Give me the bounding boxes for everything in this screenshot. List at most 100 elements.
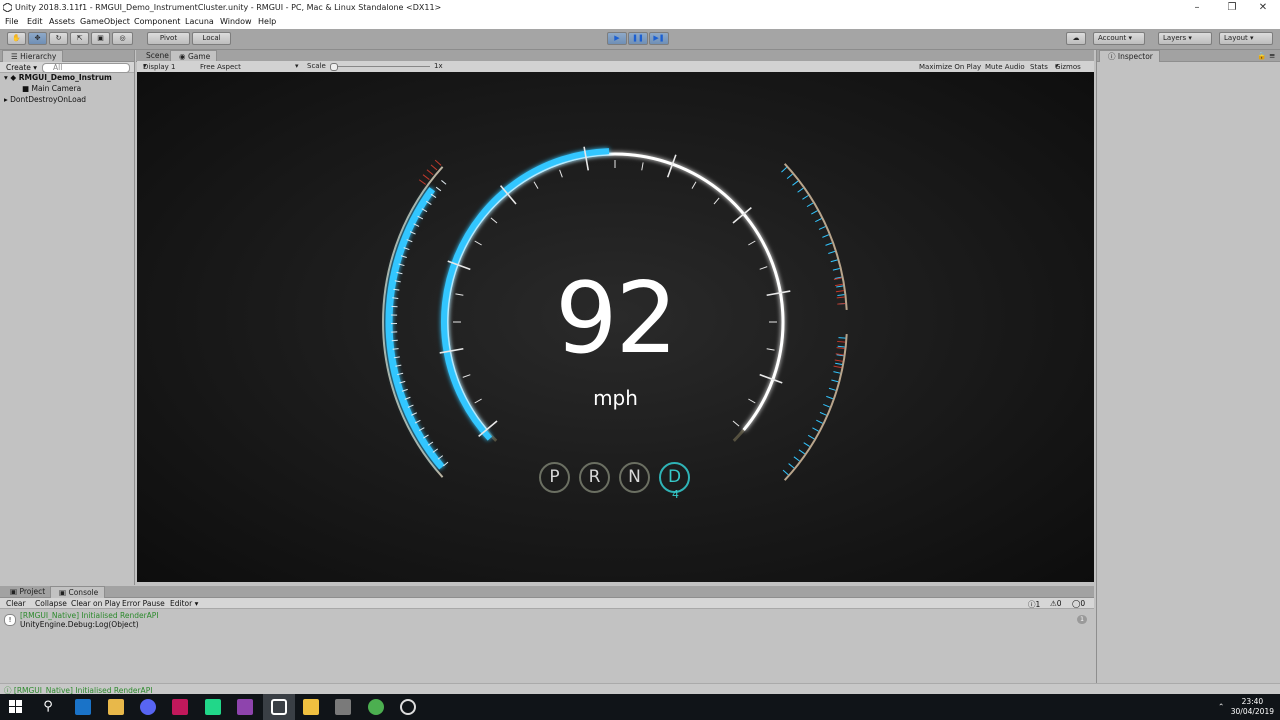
left-gauge-redline-tick <box>418 179 426 185</box>
scale-slider[interactable] <box>330 66 430 67</box>
scale-slider-handle[interactable] <box>330 63 338 71</box>
console-clear-button[interactable]: Clear <box>6 599 26 608</box>
hierarchy-search-input[interactable]: All <box>42 63 130 73</box>
speedometer-tick <box>490 217 498 224</box>
menu-window[interactable]: Window <box>220 17 252 26</box>
gear-r: R <box>579 462 610 493</box>
lock-icon[interactable]: 🔒 <box>1257 51 1266 60</box>
pivot-label: Pivot <box>159 34 178 42</box>
left-gauge-tick <box>427 441 434 446</box>
console-collapse-button[interactable]: Collapse <box>35 599 67 608</box>
hierarchy-tab-label: Hierarchy <box>20 52 57 61</box>
close-button[interactable]: ✕ <box>1246 0 1280 16</box>
right-gauge-tick <box>782 469 789 476</box>
tab-project[interactable]: ▣ Project <box>2 586 52 597</box>
menu-lacuna[interactable]: Lacuna <box>185 17 214 26</box>
tab-inspector[interactable]: ⓘ Inspector <box>1099 50 1160 62</box>
scale-tool-icon[interactable]: ⇱ <box>70 32 89 45</box>
maximize-label: Maximize On Play <box>919 63 982 71</box>
create-dropdown[interactable]: Create ▾ <box>6 63 37 72</box>
window-title: Unity 2018.3.11f1 - RMGUI_Demo_Instrumen… <box>15 3 442 12</box>
menu-component[interactable]: Component <box>134 17 180 26</box>
rotate-tool-icon[interactable]: ↻ <box>49 32 68 45</box>
left-gauge-tick <box>443 461 449 467</box>
hierarchy-scene-row[interactable]: ▾ ◆ RMGUI_Demo_Instrum <box>4 73 112 82</box>
aspect-label: Free Aspect <box>200 63 241 71</box>
pause-button[interactable]: ❚❚ <box>628 32 648 45</box>
mute-label: Mute Audio <box>985 63 1025 71</box>
hand-tool-icon[interactable]: ✋ <box>7 32 26 45</box>
editor-label: Editor <box>170 599 193 608</box>
console-clear-on-play-button[interactable]: Clear on Play <box>71 599 120 608</box>
cloud-icon[interactable]: ☁ <box>1066 32 1086 45</box>
main-camera-label: Main Camera <box>31 84 82 93</box>
tray-arrow-icon[interactable]: ⌃ <box>1218 702 1224 711</box>
minimize-button[interactable]: – <box>1180 0 1214 16</box>
display-dropdown[interactable]: Display 1 ▾ <box>143 62 175 71</box>
right-gauge-tick <box>816 419 823 424</box>
right-gauge-tick <box>833 371 841 374</box>
hierarchy-dontdestroy[interactable]: ▸ DontDestroyOnLoad <box>4 95 86 104</box>
layers-dropdown[interactable]: Layers ▾ <box>1158 32 1212 45</box>
speed-readout: 92 <box>555 262 678 376</box>
play-button[interactable]: ▶ <box>607 32 627 45</box>
step-button[interactable]: ▶❚ <box>649 32 669 45</box>
app-w-icon[interactable] <box>75 699 91 715</box>
windows-start-icon[interactable] <box>9 700 23 714</box>
file-explorer-icon[interactable] <box>108 699 124 715</box>
game-tab-label: Game <box>187 52 211 61</box>
right-gauge-tick <box>811 210 818 215</box>
speedometer-tick <box>559 169 563 178</box>
local-toggle[interactable]: Local <box>192 32 231 45</box>
tab-console[interactable]: ▣ Console <box>50 586 106 598</box>
console-editor-dropdown[interactable]: Editor ▾ <box>170 599 198 608</box>
panel-menu-icon[interactable]: ≡ <box>1269 51 1275 60</box>
menu-help[interactable]: Help <box>258 17 276 26</box>
jetbrains-icon[interactable] <box>205 699 221 715</box>
unity-taskbar-active[interactable] <box>263 694 295 720</box>
log-stacktrace[interactable]: UnityEngine.Debug:Log(Object) <box>20 620 139 629</box>
visual-studio-icon[interactable] <box>237 699 253 715</box>
hierarchy-main-camera[interactable]: ■ Main Camera <box>22 84 81 93</box>
app-circle-icon[interactable] <box>400 699 416 715</box>
left-gauge-tick <box>441 180 447 185</box>
tab-hierarchy[interactable]: ☰ Hierarchy <box>2 50 64 62</box>
pivot-toggle[interactable]: Pivot <box>147 32 190 45</box>
discord-icon[interactable] <box>140 699 156 715</box>
tool-icon[interactable] <box>335 699 351 715</box>
console-error-pause-button[interactable]: Error Pause <box>122 599 165 608</box>
game-view[interactable]: 92 mph P R N D 4 <box>137 72 1094 582</box>
restore-button[interactable]: ❐ <box>1215 0 1249 16</box>
local-label: Local <box>202 34 221 42</box>
taskbar-clock[interactable]: 23:40 30/04/2019 <box>1231 697 1274 717</box>
app-hs-icon[interactable] <box>368 699 384 715</box>
error-count[interactable]: ◯0 <box>1072 599 1085 608</box>
warning-count[interactable]: ⚠0 <box>1050 599 1062 608</box>
search-icon[interactable]: ⚲ <box>40 699 56 715</box>
speedometer-tick <box>474 240 482 246</box>
console-body: ! [RMGUI_Native] Initialised RenderAPI U… <box>0 609 1094 683</box>
aspect-caret[interactable]: ▾ <box>295 62 299 70</box>
menu-assets[interactable]: Assets <box>49 17 75 26</box>
left-gauge-redline-tick <box>434 159 442 166</box>
scale-label: Scale <box>307 62 326 70</box>
rider-icon[interactable] <box>172 699 188 715</box>
info-count-value: 1 <box>1035 600 1041 609</box>
menu-file[interactable]: File <box>5 17 18 26</box>
transform-tool-icon[interactable]: ◎ <box>112 32 133 45</box>
rect-tool-icon[interactable]: ▣ <box>91 32 110 45</box>
scale-value: 1x <box>434 62 443 70</box>
title-bar: Unity 2018.3.11f1 - RMGUI_Demo_Instrumen… <box>0 0 1280 17</box>
left-gauge-tick <box>432 448 439 453</box>
move-tool-icon[interactable]: ✥ <box>28 32 47 45</box>
right-gauge-tick <box>792 180 799 186</box>
speed-unit: mph <box>593 386 638 410</box>
gizmos-dropdown[interactable]: Gizmos ▾ <box>1055 62 1081 71</box>
layout-dropdown[interactable]: Layout ▾ <box>1219 32 1273 45</box>
menu-gameobject[interactable]: GameObject <box>80 17 130 26</box>
git-icon[interactable] <box>303 699 319 715</box>
log-message[interactable]: [RMGUI_Native] Initialised RenderAPI <box>20 611 159 620</box>
menu-edit[interactable]: Edit <box>27 17 43 26</box>
account-dropdown[interactable]: Account ▾ <box>1093 32 1145 45</box>
account-label: Account <box>1098 34 1127 42</box>
